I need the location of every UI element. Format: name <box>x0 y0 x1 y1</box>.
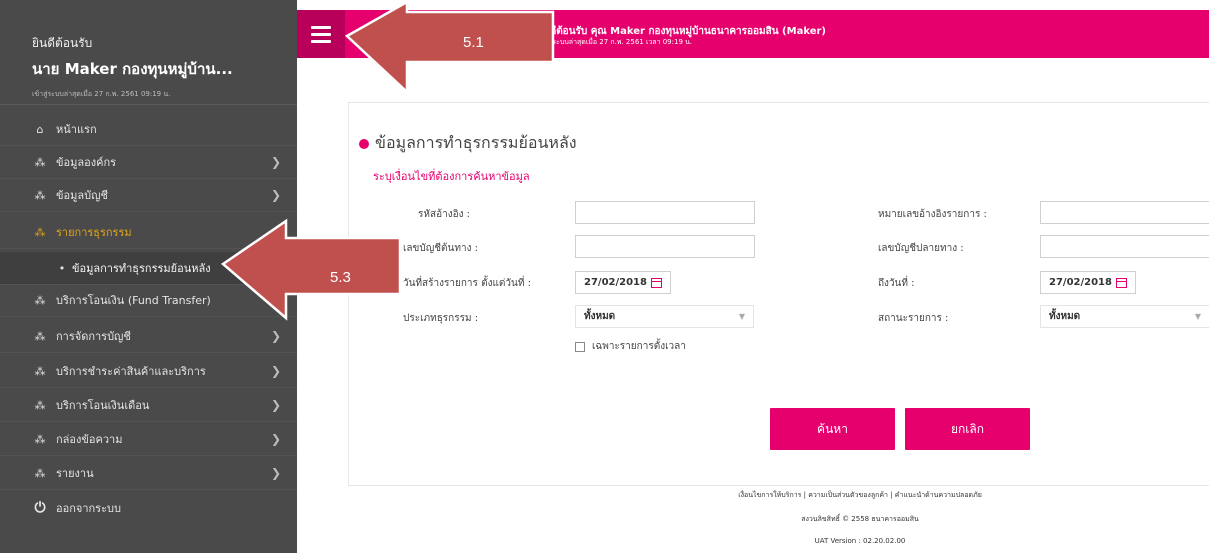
nav-item-home[interactable]: ⌂ หน้าแรก <box>0 113 297 146</box>
status-select[interactable]: ทั้งหมด ▼ <box>1040 305 1209 328</box>
chevron-right-icon: ❯ <box>270 329 281 343</box>
bullet-icon <box>359 138 369 149</box>
calendar-icon[interactable] <box>651 277 662 288</box>
nav-item-logout[interactable]: ⏻ ออกจากระบบ <box>0 491 297 524</box>
txn-ref-label: หมายเลขอ้างอิงรายการ : <box>878 209 987 220</box>
nav-label: ข้อมูลองค์กร <box>56 156 117 169</box>
org-icon: ⁂ <box>34 188 46 202</box>
org-icon: ⁂ <box>34 329 46 343</box>
nav-item-inbox[interactable]: ⁂ กล่องข้อความ ❯ <box>0 423 297 456</box>
home-icon: ⌂ <box>36 122 44 136</box>
nav-label: บริการโอนเงินเดือน <box>56 399 150 412</box>
transaction-type-select[interactable]: ทั้งหมด ▼ <box>575 305 754 328</box>
search-button[interactable]: ค้นหา <box>770 408 895 450</box>
nav-label: ออกจากระบบ <box>56 501 121 515</box>
callout-arrow-5-1: 5.1 <box>345 0 555 95</box>
transaction-type-value: ทั้งหมด <box>584 311 616 322</box>
nav-label: การจัดการบัญชี <box>56 330 131 343</box>
from-date-label: วันที่สร้างรายการ ตั้งแต่วันที่ : <box>403 278 531 289</box>
from-date-picker[interactable]: 27/02/2018 <box>575 271 671 294</box>
to-date-label: ถึงวันที่ : <box>878 278 915 289</box>
callout-label-5-3: 5.3 <box>330 269 351 286</box>
calendar-icon[interactable] <box>1116 277 1127 288</box>
nav-label: กล่องข้อความ <box>56 433 123 446</box>
status-value: ทั้งหมด <box>1049 311 1081 322</box>
source-account-input[interactable] <box>575 235 755 258</box>
to-date-picker[interactable]: 27/02/2018 <box>1040 271 1136 294</box>
org-icon: ⁂ <box>34 225 46 239</box>
txn-ref-input[interactable] <box>1040 201 1209 224</box>
org-icon: ⁂ <box>34 398 46 412</box>
nav-item-reports[interactable]: ⁂ รายงาน ❯ <box>0 457 297 490</box>
cancel-button[interactable]: ยกเลิก <box>905 408 1030 450</box>
nav-label: หน้าแรก <box>56 123 97 136</box>
org-icon: ⁂ <box>34 155 46 169</box>
scheduled-only-label: เฉพาะรายการตั้งเวลา <box>592 341 686 352</box>
status-label: สถานะรายการ : <box>878 313 949 324</box>
hamburger-menu-icon[interactable] <box>297 10 345 58</box>
nav-item-bill-payment[interactable]: ⁂ บริการชำระค่าสินค้าและบริการ ❯ <box>0 355 297 388</box>
nav-label: รายงาน <box>56 467 94 480</box>
ref-code-input[interactable] <box>575 201 755 224</box>
nav-item-payroll-transfer[interactable]: ⁂ บริการโอนเงินเดือน ❯ <box>0 389 297 422</box>
nav-label: รายการธุรกรรม <box>56 226 132 239</box>
section-title: ข้อมูลการทำธุรกรรมย้อนหลัง <box>359 131 577 156</box>
nav-label: ข้อมูลบัญชี <box>56 189 108 202</box>
destination-account-input[interactable] <box>1040 235 1209 258</box>
chevron-right-icon: ❯ <box>270 398 281 412</box>
footer-version: UAT Version : 02.20.02.00 <box>814 537 906 545</box>
to-date-value: 27/02/2018 <box>1049 277 1112 288</box>
nav-label: บริการชำระค่าสินค้าและบริการ <box>56 365 206 378</box>
nav-item-account-management[interactable]: ⁂ การจัดการบัญชี ❯ <box>0 320 297 353</box>
search-form-card: ข้อมูลการทำธุรกรรมย้อนหลัง ระบุเงื่อนไขท… <box>348 102 1209 486</box>
callout-label-5-1: 5.1 <box>463 34 484 51</box>
destination-account-label: เลขบัญชีปลายทาง : <box>878 243 964 254</box>
org-icon: ⁂ <box>34 432 46 446</box>
org-icon: ⁂ <box>34 293 46 307</box>
chevron-right-icon: ❯ <box>270 466 281 480</box>
welcome-label: ยินดีต้อนรับ <box>32 36 93 50</box>
power-icon: ⏻ <box>34 499 46 516</box>
ref-code-label: รหัสอ้างอิง : <box>418 209 471 220</box>
nav-label: บริการโอนเงิน (Fund Transfer) <box>56 294 211 307</box>
chevron-right-icon: ❯ <box>270 155 281 169</box>
scheduled-only-checkbox[interactable]: เฉพาะรายการตั้งเวลา <box>575 339 686 354</box>
section-subtitle: ระบุเงื่อนไขที่ต้องการค้นหาข้อมูล <box>373 170 530 183</box>
callout-arrow-5-3: 5.3 <box>220 218 402 321</box>
footer-copyright: สงวนลิขสิทธิ์ © 2558 ธนาคารออมสิน <box>801 515 919 523</box>
org-icon: ⁂ <box>34 364 46 378</box>
user-name: นาย Maker กองทุนหมู่บ้าน... <box>32 60 233 78</box>
from-date-value: 27/02/2018 <box>584 277 647 288</box>
chevron-right-icon: ❯ <box>270 432 281 446</box>
header-subtitle: เข้าสู่ระบบล่าสุดเมื่อ 27 ก.พ. 2561 เวลา… <box>537 38 693 46</box>
source-account-label: เลขบัญชีต้นทาง : <box>403 243 479 254</box>
dropdown-caret-icon: ▼ <box>738 312 745 321</box>
nav-item-organization[interactable]: ⁂ ข้อมูลองค์กร ❯ <box>0 146 297 179</box>
chevron-right-icon: ❯ <box>270 188 281 202</box>
transaction-type-label: ประเภทธุรกรรม : <box>403 313 479 324</box>
nav-label: ข้อมูลการทำธุรกรรมย้อนหลัง <box>72 262 211 275</box>
section-title-text: ข้อมูลการทำธุรกรรมย้อนหลัง <box>375 133 577 152</box>
footer-links[interactable]: เงื่อนไขการให้บริการ | ความเป็นส่วนตัวขอ… <box>660 490 1060 501</box>
user-panel: ยินดีต้อนรับ นาย Maker กองทุนหมู่บ้าน...… <box>0 0 297 105</box>
bullet-icon: • <box>58 261 66 275</box>
checkbox-icon[interactable] <box>575 341 585 352</box>
dropdown-caret-icon: ▼ <box>1194 312 1201 321</box>
chevron-right-icon: ❯ <box>270 364 281 378</box>
org-icon: ⁂ <box>34 466 46 480</box>
last-login-text: เข้าสู่ระบบล่าสุดเมื่อ 27 ก.พ. 2561 09:1… <box>32 90 171 98</box>
nav-item-account-info[interactable]: ⁂ ข้อมูลบัญชี ❯ <box>0 179 297 212</box>
